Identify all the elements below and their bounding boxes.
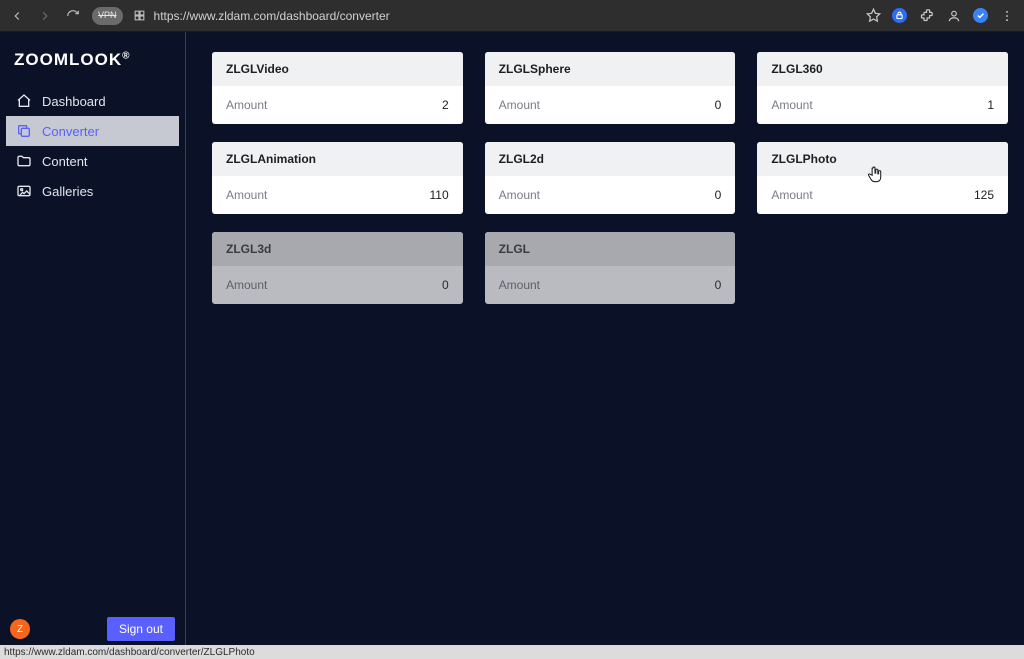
- card-amount-label: Amount: [771, 98, 812, 112]
- card-zlgl: ZLGL Amount 0: [485, 232, 736, 304]
- kebab-menu-icon[interactable]: [998, 7, 1016, 25]
- sidebar-item-label: Content: [42, 154, 88, 169]
- main-content: ZLGLVideo Amount 2 ZLGLSphere Amount 0 ZLG…: [186, 32, 1024, 645]
- card-title: ZLGLAnimation: [212, 142, 463, 176]
- sync-check-icon[interactable]: [973, 8, 988, 23]
- home-icon: [16, 93, 32, 109]
- card-3d: ZLGL3d Amount 0: [212, 232, 463, 304]
- image-icon: [16, 183, 32, 199]
- sidebar-item-label: Converter: [42, 124, 99, 139]
- avatar[interactable]: Z: [10, 619, 30, 639]
- card-amount-value: 0: [442, 278, 449, 292]
- card-title: ZLGLPhoto: [757, 142, 1008, 176]
- extensions-icon[interactable]: [917, 7, 935, 25]
- sidebar-item-converter[interactable]: Converter: [6, 116, 179, 146]
- card-amount-label: Amount: [226, 98, 267, 112]
- card-animation[interactable]: ZLGLAnimation Amount 110: [212, 142, 463, 214]
- card-amount-value: 0: [715, 278, 722, 292]
- status-bar: https://www.zldam.com/dashboard/converte…: [0, 645, 1024, 659]
- sidebar-item-content[interactable]: Content: [6, 146, 179, 176]
- sidebar-item-label: Dashboard: [42, 94, 106, 109]
- card-amount-label: Amount: [499, 98, 540, 112]
- vpn-indicator[interactable]: VPN: [92, 7, 123, 25]
- profile-icon[interactable]: [945, 7, 963, 25]
- sidebar: ZOOMLOOK® Dashboard Converter Content: [0, 32, 186, 645]
- card-amount-value: 0: [715, 188, 722, 202]
- sign-out-button[interactable]: Sign out: [107, 617, 175, 641]
- card-amount-value: 110: [430, 188, 449, 202]
- card-amount-value: 2: [442, 98, 449, 112]
- site-settings-icon[interactable]: [133, 9, 146, 22]
- back-button[interactable]: [8, 7, 26, 25]
- card-title: ZLGLSphere: [485, 52, 736, 86]
- card-title: ZLGL2d: [485, 142, 736, 176]
- card-amount-label: Amount: [226, 188, 267, 202]
- card-amount-label: Amount: [499, 278, 540, 292]
- sidebar-item-galleries[interactable]: Galleries: [6, 176, 179, 206]
- card-sphere[interactable]: ZLGLSphere Amount 0: [485, 52, 736, 124]
- card-amount-label: Amount: [771, 188, 812, 202]
- forward-button[interactable]: [36, 7, 54, 25]
- sidebar-item-dashboard[interactable]: Dashboard: [6, 86, 179, 116]
- card-title: ZLGL3d: [212, 232, 463, 266]
- sidebar-item-label: Galleries: [42, 184, 93, 199]
- brand-logo: ZOOMLOOK®: [0, 46, 185, 86]
- card-title: ZLGLVideo: [212, 52, 463, 86]
- card-title: ZLGL: [485, 232, 736, 266]
- url-text[interactable]: https://www.zldam.com/dashboard/converte…: [154, 9, 390, 23]
- folder-icon: [16, 153, 32, 169]
- card-amount-label: Amount: [226, 278, 267, 292]
- status-link-text: https://www.zldam.com/dashboard/converte…: [4, 647, 255, 658]
- star-icon[interactable]: [864, 7, 882, 25]
- card-2d[interactable]: ZLGL2d Amount 0: [485, 142, 736, 214]
- browser-toolbar: VPN https://www.zldam.com/dashboard/conv…: [0, 0, 1024, 32]
- copy-icon: [16, 123, 32, 139]
- card-amount-value: 1: [987, 98, 994, 112]
- card-amount-label: Amount: [499, 188, 540, 202]
- card-360[interactable]: ZLGL360 Amount 1: [757, 52, 1008, 124]
- card-photo[interactable]: ZLGLPhoto Amount 125: [757, 142, 1008, 214]
- card-amount-value: 125: [974, 188, 994, 202]
- extension-badge-icon[interactable]: [892, 8, 907, 23]
- reload-button[interactable]: [64, 7, 82, 25]
- card-title: ZLGL360: [757, 52, 1008, 86]
- card-amount-value: 0: [715, 98, 722, 112]
- card-video[interactable]: ZLGLVideo Amount 2: [212, 52, 463, 124]
